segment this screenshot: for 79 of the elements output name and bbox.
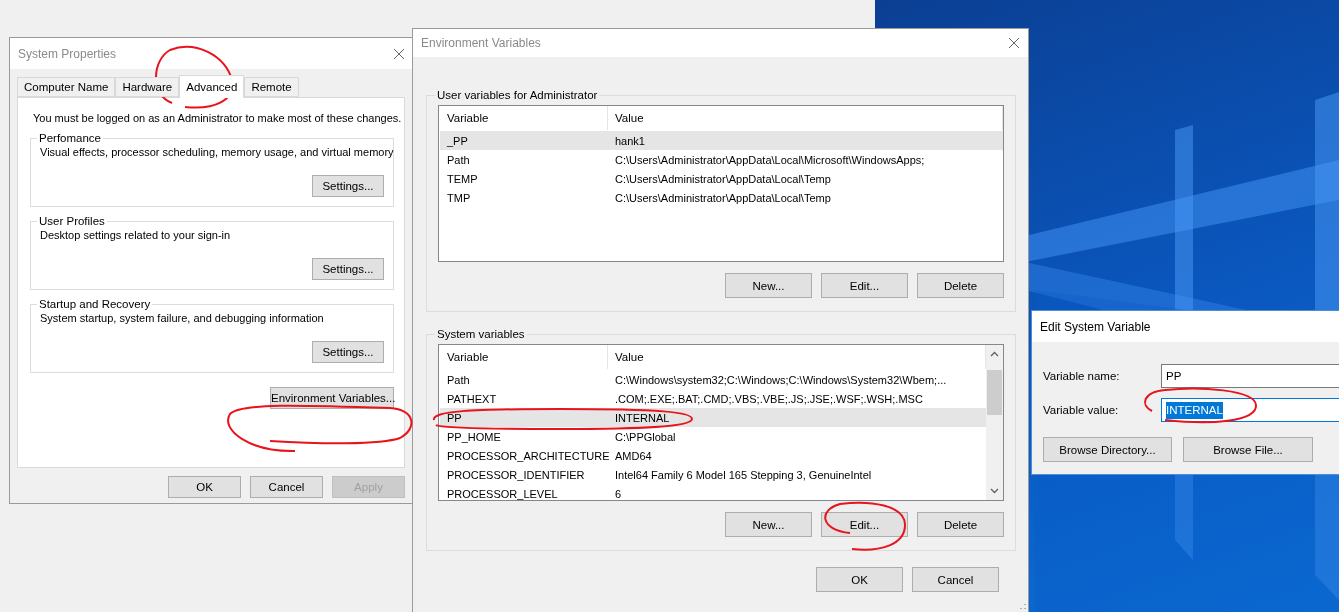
list-button[interactable]: Edit... bbox=[821, 512, 908, 537]
field-value: PP bbox=[1166, 368, 1182, 384]
window-title: System Properties bbox=[18, 46, 117, 61]
field-label: Variable name: bbox=[1043, 370, 1121, 382]
scroll-down-icon[interactable] bbox=[990, 488, 999, 494]
variable-list[interactable] bbox=[438, 344, 1004, 501]
list-button[interactable]: Delete bbox=[917, 512, 1004, 537]
browse-button[interactable]: Browse File... bbox=[1183, 437, 1313, 462]
text-field[interactable]: PP bbox=[1161, 364, 1339, 388]
variable-row[interactable]: PROCESSOR_IDENTIFIER Intel64 Family 6 Model 165 Stepping 3, GenuineIntel bbox=[440, 465, 986, 484]
tab[interactable]: Advanced bbox=[179, 75, 245, 98]
settings-button[interactable]: Settings... bbox=[312, 341, 384, 363]
window-title: Environment Variables bbox=[421, 36, 541, 50]
list-button[interactable]: Delete bbox=[917, 273, 1004, 298]
variable-value: Intel64 Family 6 Model 165 Stepping 3, GenuineIntel bbox=[614, 468, 872, 481]
variable-name: TMP bbox=[446, 191, 471, 204]
close-icon[interactable] bbox=[1008, 37, 1020, 49]
variable-name: TEMP bbox=[446, 172, 478, 185]
list-button[interactable]: New... bbox=[725, 512, 812, 537]
variable-name: PROCESSOR_ARCHITECTURE bbox=[446, 449, 610, 462]
variable-row[interactable]: TMP C:\Users\Administrator\AppData\Local\Temp bbox=[440, 188, 1003, 207]
dialog-button[interactable]: Cancel bbox=[250, 476, 323, 498]
group-title: Perfomance bbox=[38, 132, 102, 144]
variable-name: PATHEXT bbox=[446, 392, 497, 405]
settings-button[interactable]: Settings... bbox=[312, 175, 384, 197]
variable-row[interactable]: TEMP C:\Users\Administrator\AppData\Local\Temp bbox=[440, 169, 1003, 188]
group-title: Startup and Recovery bbox=[38, 298, 152, 310]
window-title: Edit System Variable bbox=[1040, 319, 1151, 334]
variable-value: hank1 bbox=[614, 134, 645, 147]
variable-row[interactable]: Path C:\Users\Administrator\AppData\Local\Microsoft\WindowsApps; bbox=[440, 150, 1003, 169]
dialog-button[interactable]: OK bbox=[168, 476, 241, 498]
settings-button[interactable]: Settings... bbox=[312, 258, 384, 280]
tab[interactable]: Remote bbox=[244, 77, 299, 97]
variable-name: PP_HOME bbox=[446, 430, 501, 443]
variable-name: Path bbox=[446, 153, 470, 166]
variable-value: AMD64 bbox=[614, 449, 652, 462]
group-description: Visual effects, processor scheduling, memory usage, and virtual memory bbox=[40, 146, 394, 158]
group-title: User variables for Administrator bbox=[436, 89, 599, 101]
dialog-button[interactable]: Cancel bbox=[912, 567, 999, 592]
variable-value: .COM;.EXE;.BAT;.CMD;.VBS;.VBE;.JS;.JSE;.WSF;.WSH;.MSC bbox=[614, 392, 923, 405]
field-label: Variable value: bbox=[1043, 404, 1120, 416]
variable-name: Path bbox=[446, 373, 470, 386]
variable-value: 6 bbox=[614, 487, 622, 500]
variable-row[interactable]: PP_HOME C:\PPGlobal bbox=[440, 427, 986, 446]
variable-row[interactable]: PP INTERNAL bbox=[440, 408, 986, 427]
scrollbar-thumb[interactable] bbox=[987, 370, 1002, 415]
variable-name: _PP bbox=[446, 134, 468, 147]
field-value: INTERNAL bbox=[1166, 401, 1223, 419]
variable-value: C:\Users\Administrator\AppData\Local\Microsoft\WindowsApps; bbox=[614, 153, 925, 166]
tab[interactable]: Hardware bbox=[115, 77, 180, 97]
variable-value: INTERNAL bbox=[614, 411, 670, 424]
variable-value: C:\Windows\system32;C:\Windows;C:\Windows\System32\Wbem;... bbox=[614, 373, 947, 386]
variable-name: PP bbox=[446, 411, 462, 424]
group-title: User Profiles bbox=[38, 215, 106, 227]
scroll-up-icon[interactable] bbox=[990, 351, 999, 357]
text-field[interactable]: INTERNAL bbox=[1161, 398, 1339, 422]
group-description: System startup, system failure, and debugging information bbox=[40, 312, 324, 324]
variable-row[interactable]: Path C:\Windows\system32;C:\Windows;C:\Windows\System32\Wbem;... bbox=[440, 370, 986, 389]
notice-text: You must be logged on as an Administrator to make most of these changes. bbox=[33, 112, 402, 124]
list-button[interactable]: Edit... bbox=[821, 273, 908, 298]
list-button[interactable]: New... bbox=[725, 273, 812, 298]
dialog-button[interactable]: OK bbox=[816, 567, 903, 592]
variable-row[interactable]: PROCESSOR_LEVEL 6 bbox=[440, 484, 986, 500]
environment-variables-button[interactable]: Environment Variables... bbox=[270, 387, 394, 409]
variable-name: PROCESSOR_IDENTIFIER bbox=[446, 468, 585, 481]
variable-list[interactable]: Variable Value _PP hank1 Path C:\Users\Administrator\AppData\Local\Microsoft\WindowsApps; TEMP C:\Users\Administrator\AppData\Local\Temp TMP C:\Users\Administrator\AppData\Local\Temp bbox=[438, 105, 1004, 262]
variable-value: C:\Users\Administrator\AppData\Local\Temp bbox=[614, 172, 831, 185]
browse-button[interactable]: Browse Directory... bbox=[1043, 437, 1172, 462]
variable-row[interactable]: _PP hank1 bbox=[440, 131, 1003, 150]
group-description: Desktop settings related to your sign-in bbox=[40, 229, 231, 241]
tab[interactable]: Computer Name bbox=[17, 77, 116, 97]
group-title: System variables bbox=[436, 328, 526, 340]
variable-value: C:\Users\Administrator\AppData\Local\Temp bbox=[614, 191, 831, 204]
variable-value: C:\PPGlobal bbox=[614, 430, 676, 443]
variable-name: PROCESSOR_LEVEL bbox=[446, 487, 558, 500]
scrollbar[interactable] bbox=[986, 345, 1003, 500]
variable-row[interactable]: PATHEXT .COM;.EXE;.BAT;.CMD;.VBS;.VBE;.JS;.JSE;.WSF;.WSH;.MSC bbox=[440, 389, 986, 408]
close-icon[interactable] bbox=[393, 47, 405, 60]
variable-row[interactable]: PROCESSOR_ARCHITECTURE AMD64 bbox=[440, 446, 986, 465]
